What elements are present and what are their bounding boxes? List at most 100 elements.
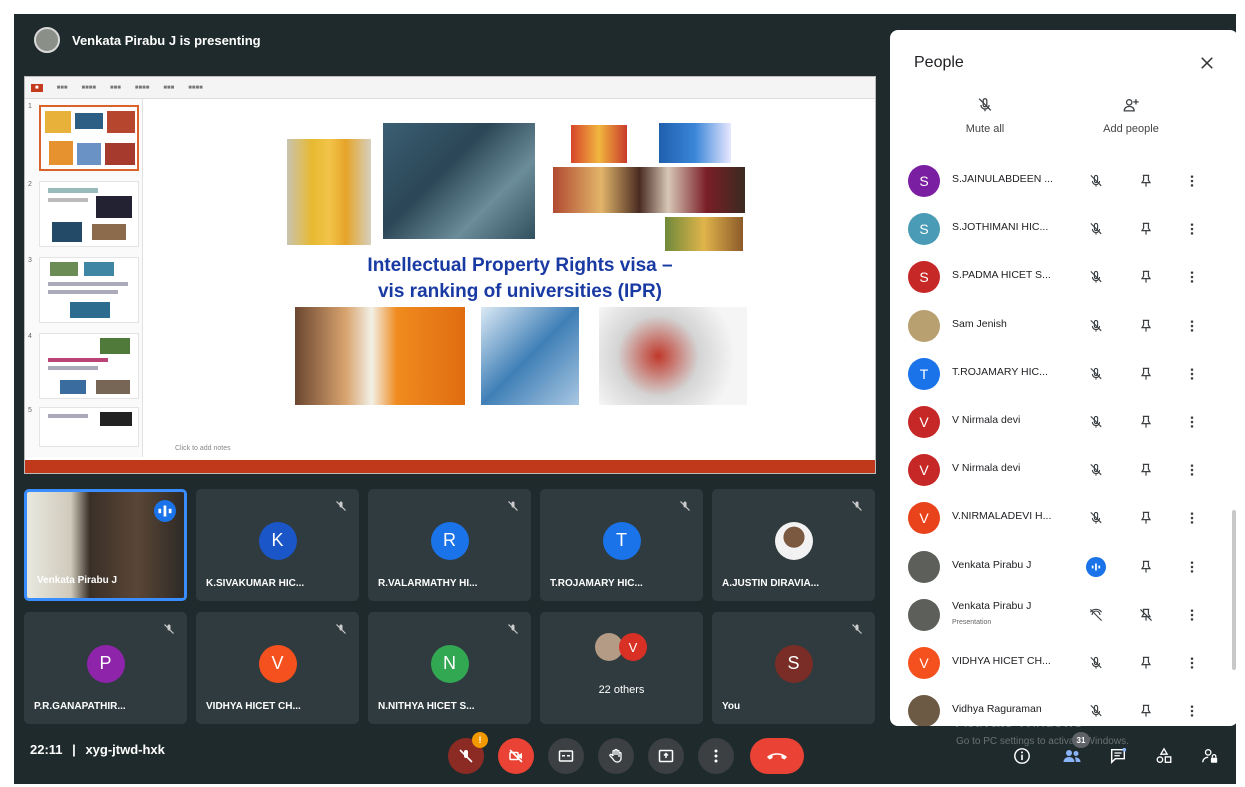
unpin-icon[interactable] [1136,605,1156,625]
more-vert-icon[interactable] [1182,171,1202,191]
mic-off-icon[interactable] [1086,412,1106,432]
chat-button[interactable] [1106,744,1130,768]
participant-row[interactable]: V V Nirmala devi [890,446,1236,494]
more-vert-icon[interactable] [1182,267,1202,287]
participant-tile-you[interactable]: S You [712,612,875,724]
participant-tile-sivakumar[interactable]: K K.SIVAKUMAR HIC... [196,489,359,601]
meeting-separator: | [72,742,76,757]
more-vert-icon[interactable] [1182,460,1202,480]
mic-off-icon[interactable] [1086,460,1106,480]
participant-row[interactable]: T T.ROJAMARY HIC... [890,350,1236,398]
patent-protection-law-image [599,307,747,405]
participant-row[interactable]: Venkata Pirabu J [890,543,1236,591]
participant-row[interactable]: Vidhya Raguraman [890,687,1236,726]
mic-off-icon[interactable] [1086,219,1106,239]
present-button[interactable] [648,738,684,774]
mute-all-button[interactable]: Mute all [930,96,1040,135]
participant-avatar: T [908,357,940,390]
pin-icon[interactable] [1136,557,1156,577]
meeting-details-button[interactable] [1010,744,1034,768]
pin-icon[interactable] [1136,412,1156,432]
camera-toggle-button[interactable] [498,738,534,774]
participant-tile-ganapathi[interactable]: P P.R.GANAPATHIR... [24,612,187,724]
activities-button[interactable] [1152,744,1176,768]
people-panel: People Mute all Add people S S.JAINULABDE… [890,30,1236,726]
participant-tile-valarmathy[interactable]: R R.VALARMATHY HI... [368,489,531,601]
pin-icon[interactable] [1136,219,1156,239]
presenter-avatar [34,27,60,53]
people-button[interactable]: 31 [1060,732,1090,768]
participant-photo-avatar [908,550,940,583]
more-vert-icon[interactable] [1182,412,1202,432]
add-people-label: Add people [1103,123,1159,135]
host-controls-button[interactable] [1198,744,1222,768]
pin-icon[interactable] [1136,364,1156,384]
mic-off-icon[interactable] [1086,653,1106,673]
participant-photo-avatar [908,695,940,726]
shared-screen[interactable]: ■ ■■■ ■■■■ ■■■ ■■■■ ■■■ ■■■■ 1 2 3 4 5 Intelle… [24,76,876,474]
participant-avatar: V [258,644,297,683]
pin-icon[interactable] [1136,701,1156,721]
mic-toggle-button[interactable]: ! [448,732,488,774]
more-vert-icon[interactable] [1182,557,1202,577]
participant-tile-others[interactable]: V 22 others [540,612,703,724]
pin-icon[interactable] [1136,171,1156,191]
participant-tile-rojamary[interactable]: T T.ROJAMARY HIC... [540,489,703,601]
mic-off-icon[interactable] [1086,316,1106,336]
participant-row[interactable]: V VIDHYA HICET CH... [890,639,1236,687]
more-vert-icon[interactable] [1182,508,1202,528]
pin-icon[interactable] [1136,267,1156,287]
mic-off-icon [335,622,347,634]
panel-scrollbar[interactable] [1232,510,1236,670]
participant-tile-venkata[interactable]: Venkata Pirabu J [24,489,187,601]
participant-avatar: S [908,213,940,246]
participant-row[interactable]: S S.JOTHIMANI HIC... [890,205,1236,253]
chat-icon [1110,747,1127,765]
participant-tile-nithya[interactable]: N N.NITHYA HICET S... [368,612,531,724]
panel-title: People [914,54,964,71]
leave-call-button[interactable] [750,738,804,774]
mic-off-icon[interactable] [1086,171,1106,191]
participant-name: S.JAINULABDEEN ... [952,173,1053,185]
participant-row[interactable]: V V.NIRMALADEVI H... [890,494,1236,542]
mic-off-icon [335,499,347,511]
participant-row[interactable]: V V Nirmala devi [890,398,1236,446]
captions-button[interactable] [548,738,584,774]
mic-off-icon[interactable] [1086,701,1106,721]
add-people-button[interactable]: Add people [1076,96,1186,135]
more-vert-icon[interactable] [1182,364,1202,384]
more-options-button[interactable] [698,738,734,774]
participant-row[interactable]: Venkata Pirabu J Presentation [890,591,1236,639]
captions-icon [558,750,574,762]
participant-avatar: K [258,521,297,560]
close-panel-button[interactable] [1194,50,1220,76]
speaking-indicator-icon[interactable] [1086,556,1106,577]
stop-presenting-icon[interactable] [1086,605,1106,625]
pin-icon[interactable] [1136,508,1156,528]
more-vert-icon[interactable] [1182,701,1202,721]
participant-name: Vidhya Raguraman [952,703,1042,716]
participant-row[interactable]: S S.JAINULABDEEN ... [890,157,1236,205]
the-zing-thing-image [295,307,465,405]
participant-row[interactable]: S S.PADMA HICET S... [890,253,1236,301]
mic-off-icon[interactable] [1086,508,1106,528]
participant-row[interactable]: Sam Jenish [890,302,1236,350]
participant-avatar: T [602,521,641,560]
intellectual-property-image [383,123,535,239]
pin-icon[interactable] [1136,653,1156,673]
more-vert-icon[interactable] [1182,316,1202,336]
participant-avatar: V [908,406,940,438]
participant-name: VIDHYA HICET CH... [952,655,1051,667]
raise-hand-button[interactable] [598,738,634,774]
more-vert-icon[interactable] [1182,605,1202,625]
participant-tile-vidhya[interactable]: V VIDHYA HICET CH... [196,612,359,724]
participant-name: S.JOTHIMANI HIC... [952,221,1049,234]
more-vert-icon[interactable] [1182,219,1202,239]
mic-off-icon [978,98,992,112]
more-vert-icon[interactable] [1182,653,1202,673]
mic-off-icon[interactable] [1086,267,1106,287]
pin-icon[interactable] [1136,460,1156,480]
mic-off-icon[interactable] [1086,364,1106,384]
participant-tile-justin[interactable]: A.JUSTIN DIRAVIA... [712,489,875,601]
pin-icon[interactable] [1136,316,1156,336]
